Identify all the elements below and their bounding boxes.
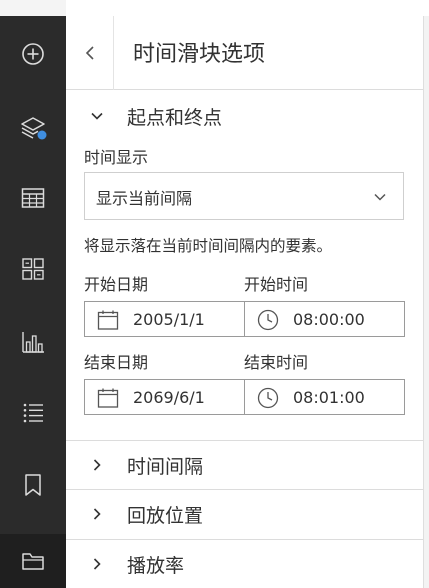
time-display-select[interactable]: 显示当前间隔 [84, 172, 404, 220]
layers-icon [21, 117, 47, 140]
layers-badge [37, 130, 47, 140]
end-date-value: 2069/6/1 [133, 388, 205, 407]
back-button[interactable] [66, 16, 114, 90]
add-circle-icon [22, 43, 44, 65]
panel-header: 时间滑块选项 [66, 16, 423, 90]
clock-icon [257, 387, 279, 409]
charts-button[interactable] [0, 315, 66, 369]
left-toolbar [0, 0, 66, 588]
start-date-input[interactable]: 2005/1/1 [84, 301, 245, 337]
chevron-right-icon [93, 508, 101, 520]
start-date-value: 2005/1/1 [133, 310, 205, 329]
panel-scroll-edge [423, 16, 429, 588]
section-playback-rate-title: 播放率 [127, 554, 185, 577]
section-playback-position-toggle[interactable]: 回放位置 [66, 490, 423, 538]
table-button[interactable] [0, 171, 66, 225]
table-icon [21, 188, 45, 208]
end-time-label: 结束时间 [244, 353, 309, 372]
end-date-input[interactable]: 2069/6/1 [84, 379, 245, 415]
chevron-right-icon [93, 459, 101, 471]
section-interval-title: 时间间隔 [127, 455, 204, 478]
widgets-button[interactable] [0, 242, 66, 296]
bookmark-icon [25, 474, 41, 496]
folder-button[interactable] [0, 534, 66, 588]
time-slider-options-panel: 时间滑块选项 起点和终点 时间显示 显示当前间隔 将显示落在当前时间间隔内的要素… [66, 16, 423, 588]
section-playback-position-title: 回放位置 [127, 504, 204, 527]
calendar-icon [97, 310, 119, 330]
section-start-end-toggle[interactable]: 起点和终点 [66, 92, 423, 140]
grid-widgets-icon [22, 258, 44, 280]
time-display-value: 显示当前间隔 [96, 189, 193, 208]
start-time-value: 08:00:00 [293, 310, 365, 329]
chevron-left-icon [85, 46, 94, 60]
end-time-value: 08:01:00 [293, 388, 365, 407]
start-date-label: 开始日期 [84, 275, 149, 294]
panel-title: 时间滑块选项 [133, 42, 266, 67]
section-start-end-title: 起点和终点 [127, 106, 223, 129]
chevron-right-icon [93, 558, 101, 570]
layers-button[interactable] [0, 101, 66, 155]
chevron-down-icon [91, 112, 103, 120]
end-time-input[interactable]: 08:01:00 [244, 379, 405, 415]
legend-list-button[interactable] [0, 386, 66, 440]
bookmarks-button[interactable] [0, 458, 66, 512]
time-display-description: 将显示落在当前时间间隔内的要素。 [84, 237, 333, 255]
list-icon [23, 403, 43, 423]
rail-top-strip [0, 0, 66, 16]
chevron-down-icon [374, 193, 386, 201]
folder-icon [22, 553, 44, 570]
end-date-label: 结束日期 [84, 353, 149, 372]
section-playback-rate-toggle[interactable]: 播放率 [66, 540, 423, 588]
time-display-label: 时间显示 [84, 148, 149, 167]
start-time-input[interactable]: 08:00:00 [244, 301, 405, 337]
bar-chart-icon [22, 332, 44, 353]
start-time-label: 开始时间 [244, 275, 309, 294]
calendar-icon [97, 388, 119, 408]
clock-icon [257, 309, 279, 331]
add-content-button[interactable] [0, 27, 66, 81]
section-interval-toggle[interactable]: 时间间隔 [66, 441, 423, 489]
